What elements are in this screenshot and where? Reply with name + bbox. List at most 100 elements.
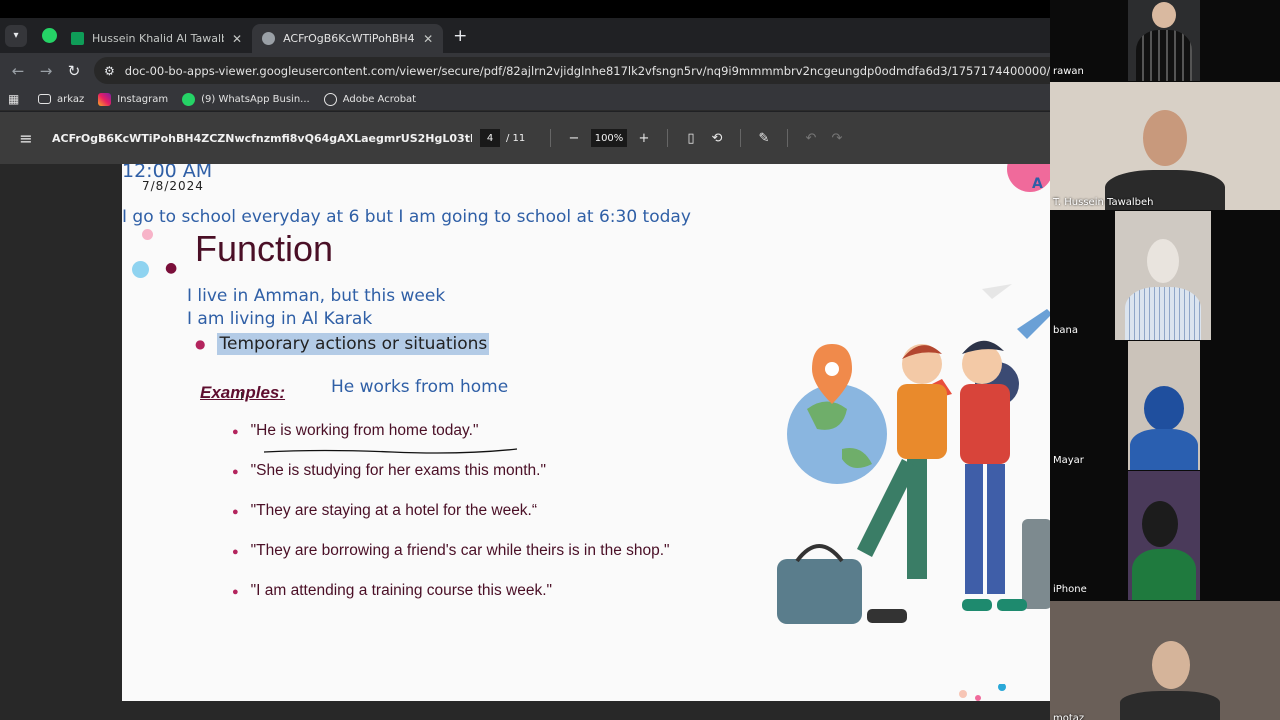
example-text: "He is working from home today." [250,422,479,439]
pinned-whatsapp-tab[interactable] [37,24,61,48]
participant-name: rawan [1053,66,1084,77]
globe-icon [262,32,276,45]
participant-tile[interactable]: motaz [1050,601,1280,720]
list-item: ● "I am attending a training course this … [232,582,670,622]
tab-search-icon[interactable]: ▾ [5,24,27,47]
bullet-icon: ● [232,586,239,598]
zoom-input[interactable]: 100% [591,129,627,147]
bookmark-label: Instagram [117,93,169,105]
participant-avatar [1143,110,1187,166]
participant-body [1120,691,1220,720]
page-number-input[interactable]: 4 [480,129,500,147]
bookmark-instagram[interactable]: Instagram [98,92,169,106]
zoom-out-button[interactable]: − [561,131,587,146]
note-line: I live in Amman, but this week [187,286,446,306]
bookmark-label: (9) WhatsApp Busin... [201,93,310,105]
pen-underline [263,448,518,454]
participant-body [1130,429,1198,470]
function-point: ● Temporary actions or situations [195,333,490,355]
travelers-illustration [752,279,1050,634]
bookmarks-bar: ▦ arkaz Instagram (9) WhatsApp Busin... … [0,88,1050,111]
pdf-toolbar: ≡ ACFrOgB6KcWTiPohBH4ZCZNwcfnzmfi8vQ64gA… [0,112,1050,164]
back-button[interactable]: ← [4,62,32,80]
decorative-dot [142,229,153,240]
divider [550,129,551,147]
page-total: / 11 [506,132,526,144]
list-item: ● "They are staying at a hotel for the we… [232,502,670,542]
decorative-dots [959,684,1006,701]
participant-tile[interactable] [1128,0,1200,81]
divider [787,129,788,147]
top-strip [0,0,1050,18]
participant-avatar [1152,2,1176,28]
decorative-letter: A [1032,176,1043,192]
participant-avatar [1144,386,1184,431]
forward-button[interactable]: → [32,62,60,80]
close-icon[interactable]: ✕ [423,32,433,46]
participant-name: T. Hussein Tawalbeh [1053,197,1154,208]
participant-tile[interactable] [1128,471,1200,600]
participant-body [1132,549,1196,600]
tab-sheets[interactable]: Hussein Khalid Al Tawalbeh - Go ✕ [61,24,252,53]
fit-page-icon[interactable]: ▯ [678,131,704,146]
participant-name: iPhone [1053,584,1087,595]
address-bar: ← → ↻ ⚙ doc-00-bo-apps-viewer.googleuser… [0,53,1050,88]
redo-icon[interactable]: ↷ [824,131,850,146]
bullet-icon: ● [195,337,206,351]
new-tab-button[interactable]: + [453,26,467,46]
slide-heading: Function [195,228,334,269]
bookmark-label: arkaz [57,93,85,105]
list-item: ● "She is studying for her exams this mon… [232,462,670,502]
tab-pdf[interactable]: ACFrOgB6KcWTiPohBH4ZCZNw ✕ [252,24,444,53]
participant-name: bana [1053,325,1078,336]
bookmark-label: Adobe Acrobat [342,93,417,105]
sheets-icon [71,32,84,45]
close-icon[interactable]: ✕ [232,32,242,46]
bullet-icon: ● [165,260,178,276]
bullet-icon: ● [232,426,239,438]
url-field[interactable]: ⚙ doc-00-bo-apps-viewer.googleuserconten… [94,57,1050,84]
undo-icon[interactable]: ↶ [798,131,824,146]
bookmark-whatsapp[interactable]: (9) WhatsApp Busin... [182,92,310,106]
tab-title: ACFrOgB6KcWTiPohBH4ZCZNw [283,32,415,45]
bookmark-arkaz[interactable]: arkaz [38,94,84,105]
example-text: "They are staying at a hotel for the wee… [250,502,538,519]
site-info-icon[interactable]: ⚙ [104,64,115,78]
handwritten-note-examples: He works from home [331,377,509,397]
zoom-in-button[interactable]: + [631,131,657,146]
highlighted-text: Temporary actions or situations [217,333,490,355]
pdf-title: ACFrOgB6KcWTiPohBH4ZCZNwcfnzmfi8vQ64gAXL… [52,131,472,145]
note-line: I am living in Al Karak [187,309,373,329]
pdf-viewport[interactable]: A 12:00 AM 7/8/2024 I go to school every… [0,164,1050,720]
handwritten-note-top: I go to school everyday at 6 but I am go… [122,207,691,227]
video-call-panel: rawan T. Hussein Tawalbeh bana Mayar iPh… [1050,0,1280,720]
participant-name: Mayar [1053,455,1084,466]
participant-avatar [1147,239,1179,283]
example-text: "She is studying for her exams this mont… [250,462,546,479]
pdf-page: A 12:00 AM 7/8/2024 I go to school every… [122,164,1050,701]
reload-button[interactable]: ↻ [60,62,88,80]
instagram-icon [98,92,112,106]
folder-icon [38,94,51,104]
decorative-dot [132,261,149,278]
participant-tile-speaker[interactable]: T. Hussein Tawalbeh [1050,82,1280,210]
list-item: ● "They are borrowing a friend's car whil… [232,542,670,582]
whatsapp-icon [182,92,196,106]
handwritten-note-middle: I live in Amman, but this week I am livi… [187,285,445,331]
example-text: "I am attending a training course this w… [250,582,553,599]
bullet-icon: ● [232,466,239,478]
annotate-icon[interactable]: ✎ [751,131,777,146]
example-text: "They are borrowing a friend's car while… [250,542,670,559]
rotate-icon[interactable]: ⟲ [704,131,730,146]
participant-avatar [1152,641,1190,689]
annotation-date: 7/8/2024 [142,179,204,193]
bookmark-adobe[interactable]: Adobe Acrobat [323,92,417,106]
decorative-circle [1007,164,1050,192]
mouse-cursor-icon: I [240,390,244,403]
participant-tile[interactable] [1128,341,1200,470]
apps-grid-icon[interactable]: ▦ [8,93,20,105]
participant-tile[interactable] [1115,211,1211,340]
participant-body [1136,30,1192,81]
browser-window: ▾ Hussein Khalid Al Tawalbeh - Go ✕ ACFr… [0,0,1050,720]
menu-icon[interactable]: ≡ [0,129,52,148]
